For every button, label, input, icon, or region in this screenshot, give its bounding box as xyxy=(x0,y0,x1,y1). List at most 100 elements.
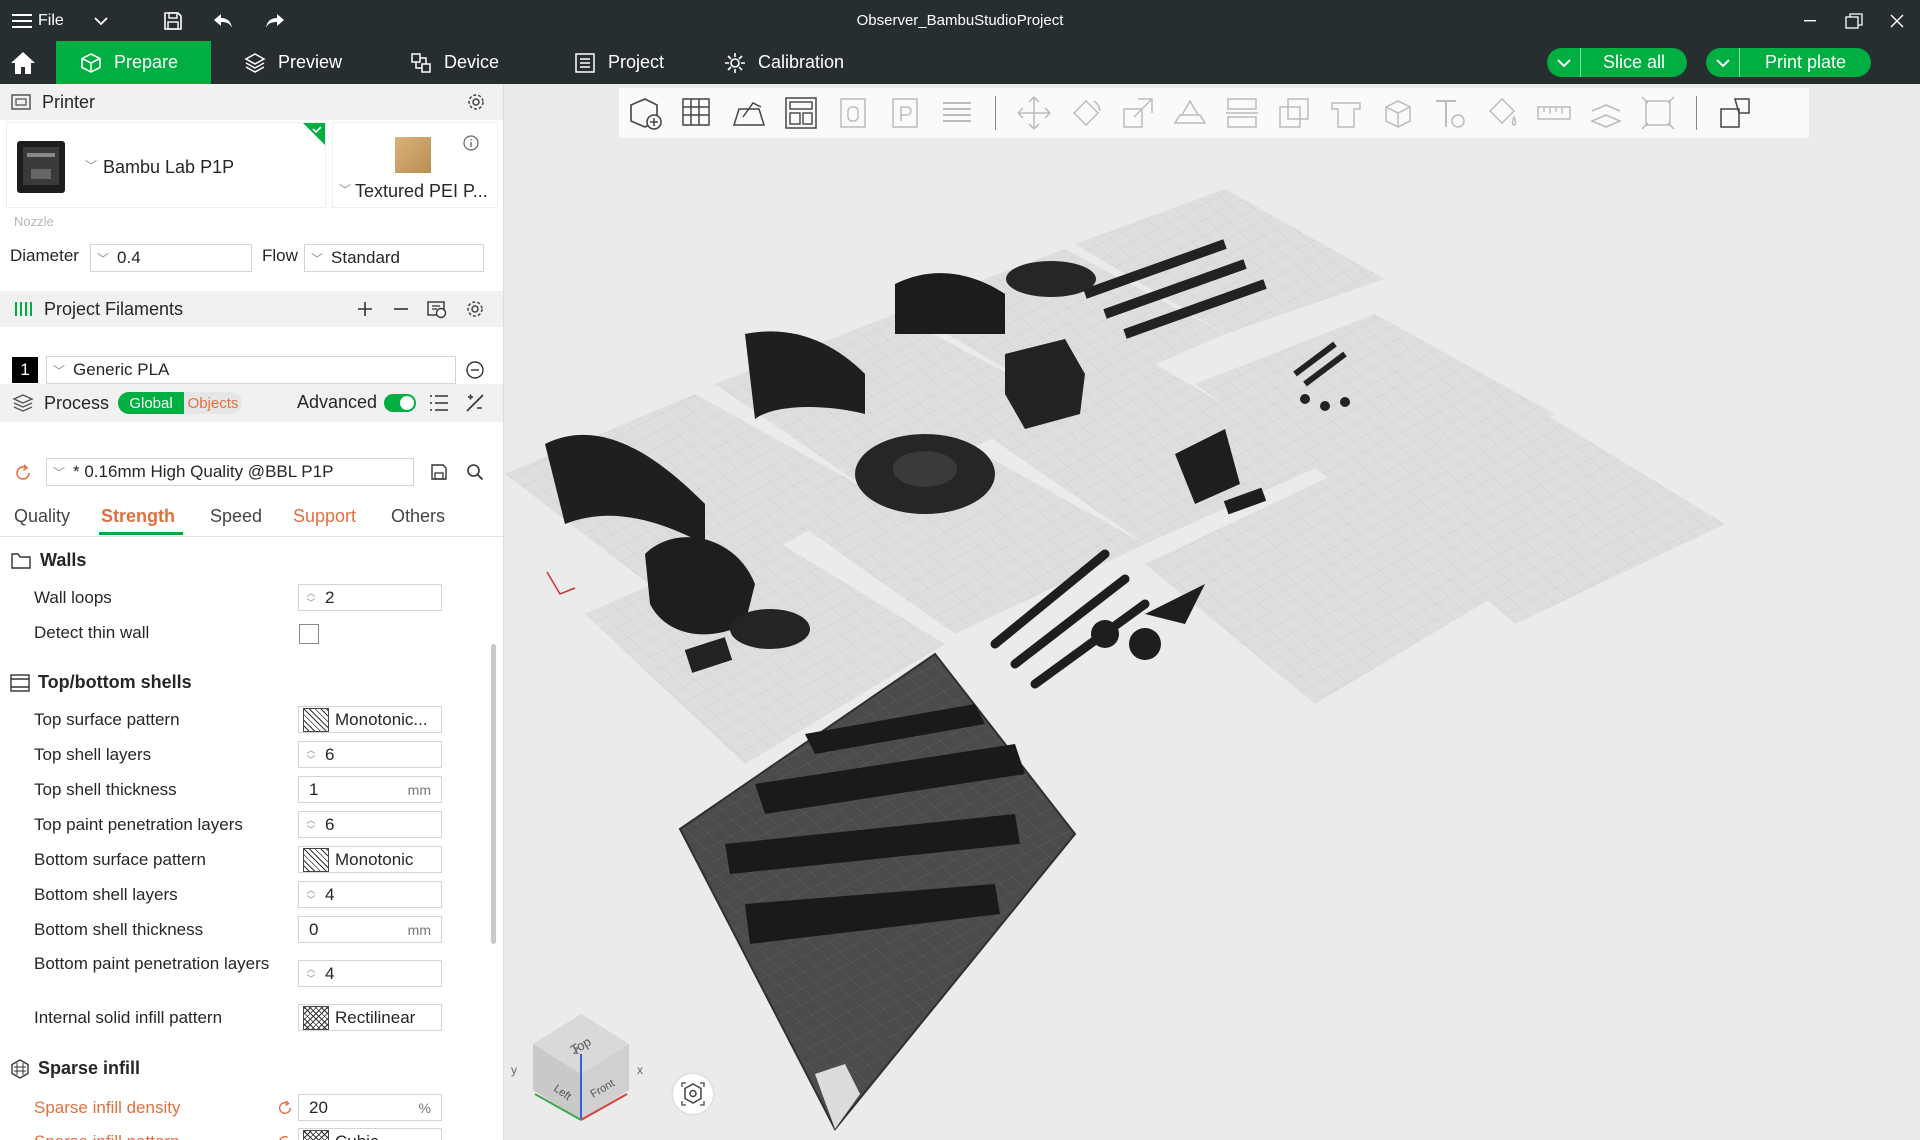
move-tool-button[interactable] xyxy=(1008,88,1060,138)
explode-icon xyxy=(1720,98,1750,128)
tab-calibration[interactable]: Calibration xyxy=(700,41,880,84)
tab-project[interactable]: Project xyxy=(550,41,700,84)
process-objects-toggle[interactable]: Objects xyxy=(184,392,242,414)
top-surface-pattern-select[interactable]: Monotonic... xyxy=(298,706,442,733)
bottom-surface-pattern-select[interactable]: Monotonic xyxy=(298,846,442,873)
reset-camera-button[interactable] xyxy=(673,1074,713,1114)
mesh-boolean-button[interactable] xyxy=(1268,88,1320,138)
slice-dropdown[interactable] xyxy=(1547,48,1581,77)
subtab-support[interactable]: Support xyxy=(293,506,356,527)
bottom-paint-input[interactable]: ︿ ﹀ 4 xyxy=(298,960,442,987)
print-plate-button[interactable]: Print plate xyxy=(1706,48,1871,77)
measure-tool-button[interactable] xyxy=(1528,88,1580,138)
rotate-tool-button[interactable] xyxy=(1060,88,1112,138)
axis-z-label: z xyxy=(573,1043,579,1057)
view-navigation-cube[interactable]: Top Left Front z x y xyxy=(509,984,659,1124)
file-menu-button[interactable]: File xyxy=(12,0,72,41)
process-list-button[interactable] xyxy=(426,390,452,416)
bottom-shell-layers-input[interactable]: ︿ ﹀ 4 xyxy=(298,881,442,908)
search-settings-button[interactable] xyxy=(462,459,488,485)
scale-tool-button[interactable] xyxy=(1112,88,1164,138)
subtab-speed[interactable]: Speed xyxy=(210,506,262,527)
wall-loops-stepper[interactable]: ︿ ﹀ xyxy=(299,585,323,610)
walls-title: Walls xyxy=(40,550,87,570)
infill-pattern-select[interactable]: Cubic xyxy=(298,1128,442,1140)
fit-view-button[interactable] xyxy=(1632,88,1684,138)
filament-sync-button[interactable] xyxy=(424,296,450,322)
bottom-shell-thickness-input[interactable]: 0 mm xyxy=(298,916,442,943)
advanced-toggle-switch[interactable] xyxy=(384,394,416,412)
minimize-button[interactable] xyxy=(1795,0,1825,41)
color-painting-button[interactable] xyxy=(1476,88,1528,138)
text-tool-button[interactable] xyxy=(1424,88,1476,138)
cut-tool-button[interactable] xyxy=(1216,88,1268,138)
process-global-toggle[interactable]: Global xyxy=(118,392,184,414)
printer-selector[interactable]: ﹀ Bambu Lab P1P xyxy=(6,122,326,208)
diameter-select[interactable]: ﹀ 0.4 xyxy=(90,244,252,272)
explode-view-button[interactable] xyxy=(1709,88,1761,138)
preset-reset-button[interactable] xyxy=(10,460,36,486)
home-button[interactable] xyxy=(0,41,45,84)
minimize-icon xyxy=(1804,19,1816,21)
bottom-paint-stepper[interactable]: ︿ ﹀ xyxy=(299,961,323,986)
filament-icon xyxy=(15,302,32,316)
add-plate-button[interactable] xyxy=(671,88,723,138)
cut-icon xyxy=(1226,98,1258,128)
filament-color-swatch[interactable]: 1 xyxy=(12,357,38,383)
arrange-button[interactable] xyxy=(775,88,827,138)
tab-device[interactable]: Device xyxy=(386,41,536,84)
print-dropdown[interactable] xyxy=(1706,48,1740,77)
restore-button[interactable] xyxy=(1836,0,1872,41)
save-preset-button[interactable] xyxy=(426,459,452,485)
tab-preview[interactable]: Preview xyxy=(220,41,370,84)
infill-density-reset[interactable] xyxy=(272,1095,298,1121)
add-filament-button[interactable] xyxy=(352,296,378,322)
slice-all-button[interactable]: Slice all xyxy=(1547,48,1687,77)
menu-dropdown-button[interactable] xyxy=(88,0,114,41)
filament-remove-button[interactable] xyxy=(462,357,488,383)
subtab-others[interactable]: Others xyxy=(391,506,445,527)
layers-editing-button[interactable] xyxy=(931,88,983,138)
internal-pattern-select[interactable]: Rectilinear xyxy=(298,1004,442,1031)
seam-painting-button[interactable] xyxy=(1372,88,1424,138)
top-paint-input[interactable]: ︿ ﹀ 6 xyxy=(298,811,442,838)
close-button[interactable] xyxy=(1882,0,1912,41)
settings-scrollbar[interactable] xyxy=(491,644,496,944)
support-painting-button[interactable] xyxy=(1320,88,1372,138)
info-icon[interactable] xyxy=(463,135,479,151)
save-button[interactable] xyxy=(158,0,188,41)
subtab-strength[interactable]: Strength xyxy=(101,506,175,527)
split-objects-button[interactable] xyxy=(827,88,879,138)
printer-settings-button[interactable] xyxy=(463,89,489,115)
process-preset-select[interactable]: ﹀ * 0.16mm High Quality @BBL P1P xyxy=(46,458,414,486)
3d-viewport[interactable]: Top Left Front z x y xyxy=(505,84,1920,1140)
undo-button[interactable] xyxy=(208,0,238,41)
infill-pattern-reset[interactable] xyxy=(272,1129,298,1140)
top-shell-layers-stepper[interactable]: ︿ ﹀ xyxy=(299,742,323,767)
top-shell-thickness-input[interactable]: 1 mm xyxy=(298,776,442,803)
subtab-quality[interactable]: Quality xyxy=(14,506,70,527)
top-paint-stepper[interactable]: ︿ ﹀ xyxy=(299,812,323,837)
connected-corner-icon xyxy=(303,123,325,145)
add-plate-icon xyxy=(682,98,710,126)
top-shell-layers-input[interactable]: ︿ ﹀ 6 xyxy=(298,741,442,768)
infill-icon xyxy=(11,1058,29,1079)
infill-density-input[interactable]: 20 % xyxy=(298,1094,442,1121)
add-object-button[interactable] xyxy=(619,88,671,138)
process-compare-button[interactable] xyxy=(462,390,488,416)
lay-on-face-button[interactable] xyxy=(1164,88,1216,138)
bottom-shell-layers-stepper[interactable]: ︿ ﹀ xyxy=(299,882,323,907)
detect-thin-wall-checkbox[interactable] xyxy=(299,624,319,644)
filament-settings-button[interactable] xyxy=(462,296,488,322)
remove-filament-button[interactable] xyxy=(388,296,414,322)
bottom-surface-pattern-value: Monotonic xyxy=(335,849,414,869)
plate-type-selector[interactable]: ﹀ Textured PEI P... xyxy=(332,122,498,208)
filament-select[interactable]: ﹀ Generic PLA xyxy=(46,356,456,384)
wall-loops-input[interactable]: ︿ ﹀ 2 xyxy=(298,584,442,611)
assembly-button[interactable] xyxy=(1580,88,1632,138)
redo-button[interactable] xyxy=(260,0,290,41)
split-parts-button[interactable] xyxy=(879,88,931,138)
auto-orient-button[interactable] xyxy=(723,88,775,138)
flow-select[interactable]: ﹀ Standard xyxy=(304,244,484,272)
tab-prepare[interactable]: Prepare xyxy=(56,41,211,84)
